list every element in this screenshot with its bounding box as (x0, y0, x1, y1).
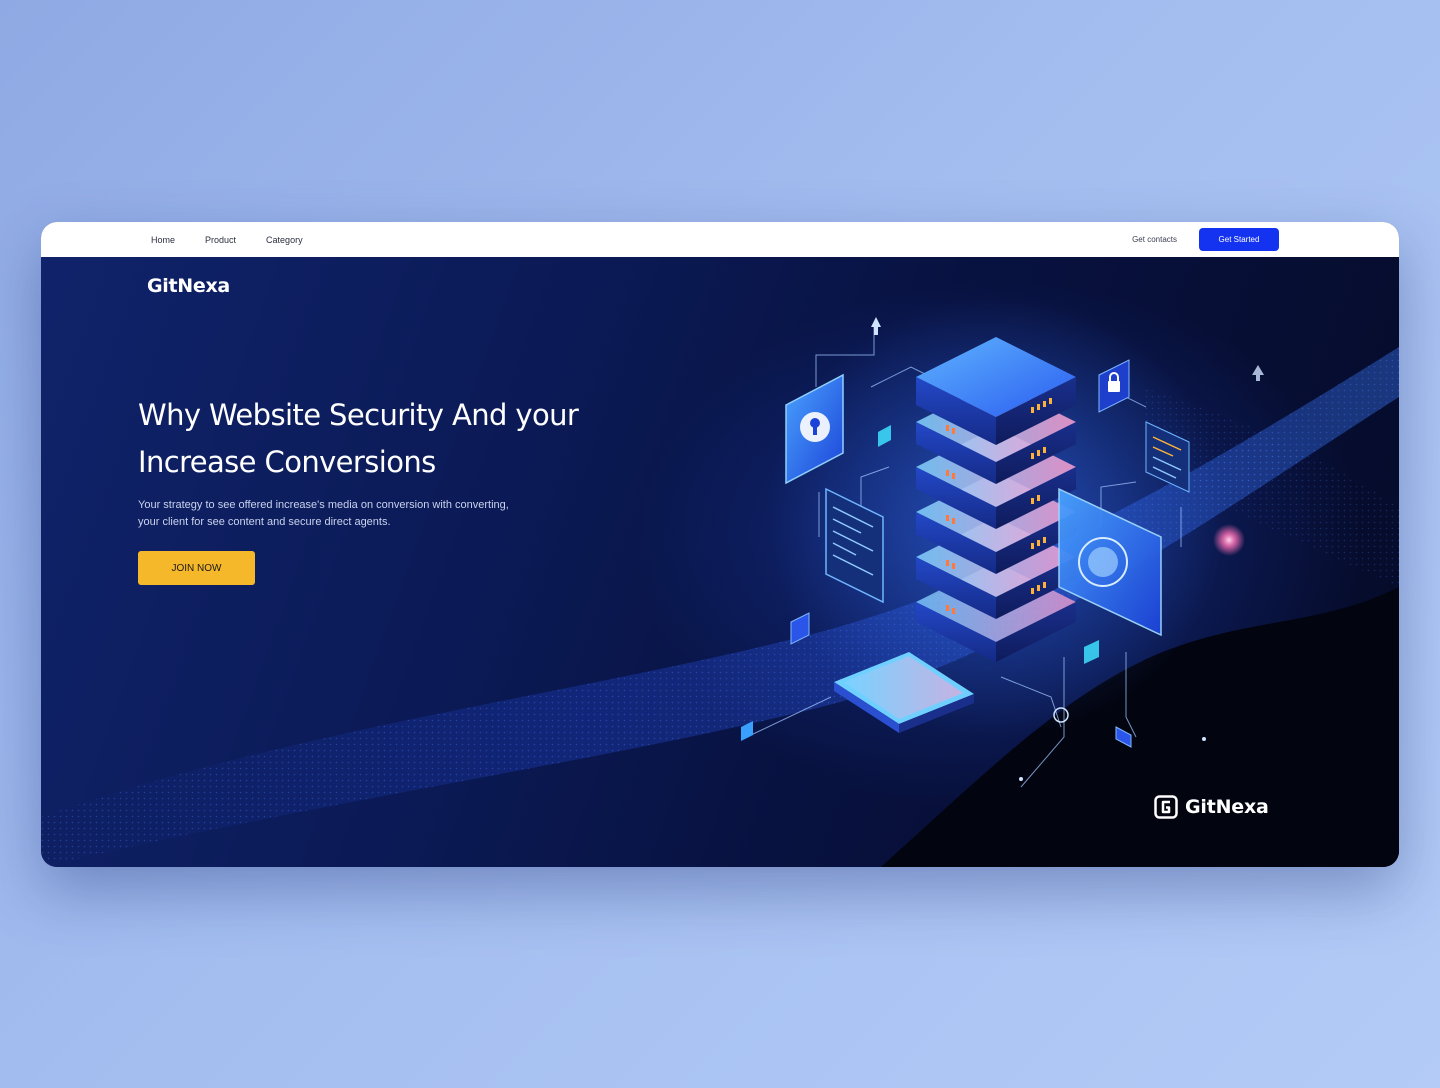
nav-link-category[interactable]: Category (266, 235, 303, 245)
get-started-button[interactable]: Get Started (1199, 228, 1279, 251)
nav-right-group: Get contacts Get Started (1132, 228, 1279, 251)
glow-star-icon (1213, 524, 1245, 556)
join-now-button[interactable]: JOIN NOW (138, 551, 255, 585)
nav-contacts-link[interactable]: Get contacts (1132, 235, 1177, 244)
footer-logo: GitNexa (1154, 795, 1269, 819)
brand-logo-text[interactable]: GitNexa (147, 275, 230, 297)
footer-logo-text: GitNexa (1185, 796, 1269, 818)
website-mockup: Home Product Category Get contacts Get S… (41, 222, 1399, 867)
hero-description-line-2: your client for see content and secure d… (138, 516, 391, 528)
hero-section: GitNexa Why Website Security And your In… (41, 257, 1399, 867)
nav-link-product[interactable]: Product (205, 235, 236, 245)
server-stack (916, 337, 1076, 662)
gitnexa-logo-icon (1154, 795, 1178, 819)
top-navigation-bar: Home Product Category Get contacts Get S… (41, 222, 1399, 257)
hero-description-line-1: Your strategy to see offered increase's … (138, 499, 509, 511)
nav-links: Home Product Category (151, 235, 303, 245)
hero-title: Why Website Security And your Increase C… (138, 392, 678, 486)
nav-link-home[interactable]: Home (151, 235, 175, 245)
hero-title-line-2: Increase Conversions (138, 445, 436, 479)
hero-description: Your strategy to see offered increase's … (138, 497, 558, 531)
hero-title-line-1: Why Website Security And your (138, 398, 579, 432)
